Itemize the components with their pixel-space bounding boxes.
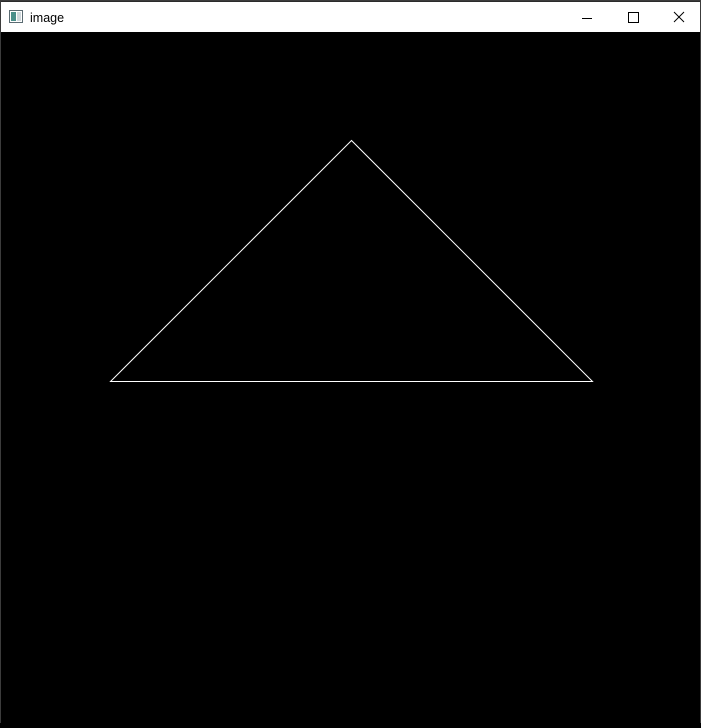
image-window-icon [9,10,23,23]
canvas-drawing [109,139,594,382]
maximize-icon [628,12,639,23]
minimize-icon [582,18,592,19]
title-bar[interactable]: image [1,1,700,32]
close-button[interactable] [656,2,701,32]
maximize-button[interactable] [610,2,656,32]
close-icon [673,11,685,23]
triangle-outline [109,139,594,382]
window-title: image [30,11,65,25]
minimize-button[interactable] [564,2,610,32]
image-canvas [1,32,700,723]
image-window: image [0,0,701,723]
